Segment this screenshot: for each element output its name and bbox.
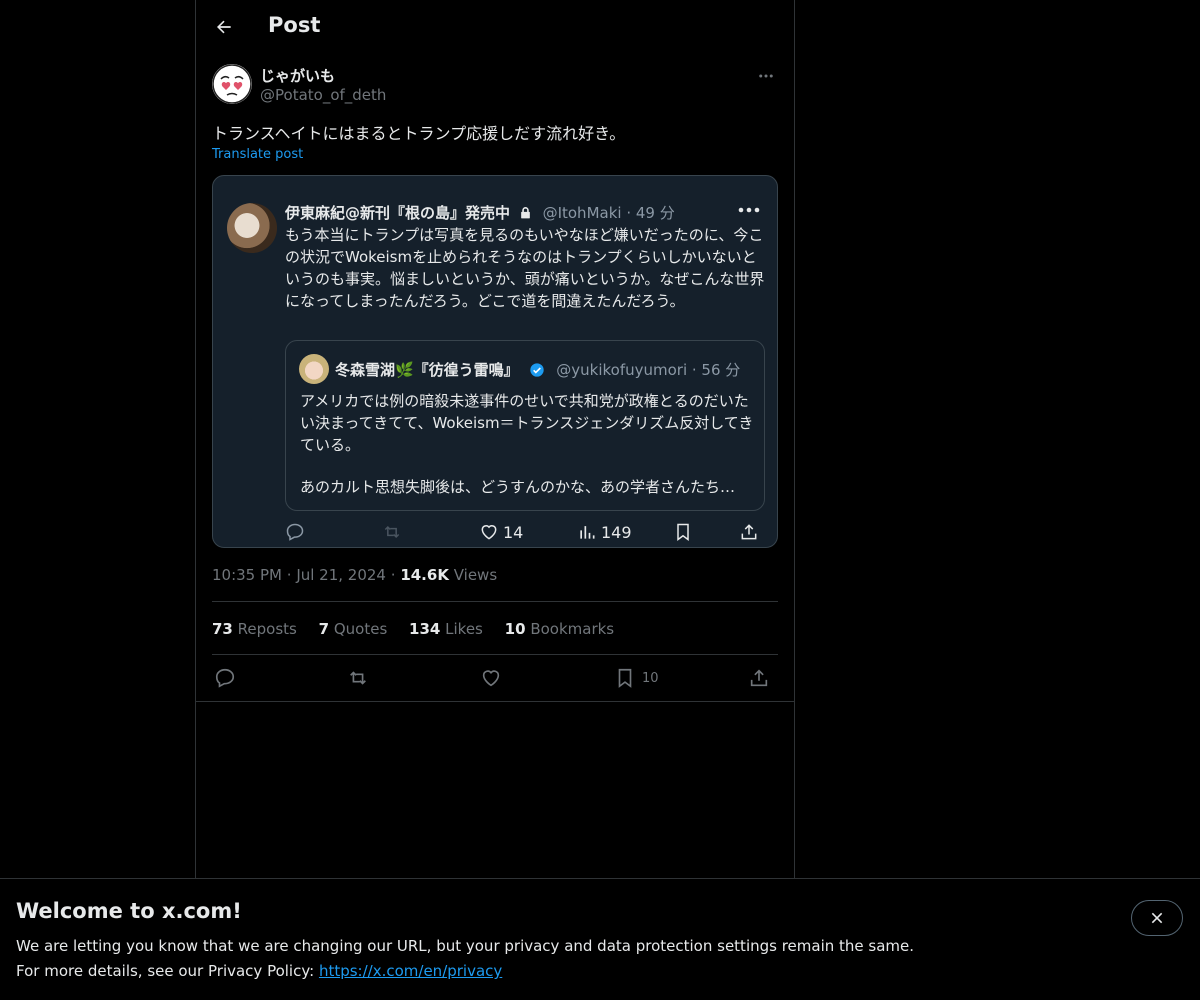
repost-icon bbox=[350, 671, 366, 685]
views-count: 14.6K bbox=[400, 566, 449, 584]
inner-quoted-post: 冬森雪湖🌿『彷徨う雷鳴』 @yukikofuyumori · 56 分 アメリカ… bbox=[285, 340, 765, 511]
banner-policy-line: For more details, see our Privacy Policy… bbox=[16, 962, 502, 980]
bookmark-icon bbox=[618, 668, 632, 688]
divider bbox=[212, 601, 778, 602]
quotes-count: 7 bbox=[318, 620, 330, 638]
post-meta: 10:35 PM · Jul 21, 2024 · 14.6K Views bbox=[212, 566, 497, 584]
translate-post-link[interactable]: Translate post bbox=[212, 147, 303, 162]
inner-quoted-text: アメリカでは例の暗殺未遂事件のせいで共和党が政権とるのだいたい決まってきてて、W… bbox=[300, 392, 754, 454]
like-icon bbox=[481, 525, 497, 540]
bookmark-count: 10 bbox=[642, 670, 659, 686]
quoted-more-icon bbox=[737, 202, 761, 221]
bookmarks-count: 10 bbox=[504, 620, 526, 638]
inner-quoted-header: 冬森雪湖🌿『彷徨う雷鳴』 @yukikofuyumori · 56 分 bbox=[335, 359, 740, 382]
quoted-share-icon bbox=[739, 522, 759, 542]
share-icon bbox=[750, 669, 768, 687]
quoted-like-count: 14 bbox=[503, 522, 524, 542]
quoted-text: もう本当にトランプは写真を見るのもいやなほど嫌いだったのに、今この状況でWoke… bbox=[285, 226, 765, 310]
banner-title: Welcome to x.com! bbox=[16, 899, 242, 923]
page-title: Post bbox=[268, 13, 321, 37]
separator-dot: · bbox=[390, 566, 401, 584]
author-handle[interactable]: @Potato_of_deth bbox=[260, 86, 386, 104]
back-arrow-icon bbox=[217, 20, 231, 34]
bookmarks-stat[interactable]: 10 Bookmarks bbox=[505, 620, 614, 638]
banner-message: We are letting you know that we are chan… bbox=[16, 937, 915, 955]
quoted-handle: @ItohMaki · 49 分 bbox=[542, 204, 675, 222]
main-column: Post じゃがいも @Potato_of_deth トランスヘイトにはまるとト… bbox=[195, 0, 795, 880]
close-banner-button[interactable] bbox=[1131, 900, 1183, 936]
inner-quoted-text-2: あのカルト思想失脚後は、どうすんのかな、あの学者さんたち… bbox=[300, 478, 736, 496]
likes-stat[interactable]: 134 Likes bbox=[409, 620, 483, 638]
likes-count: 134 bbox=[409, 620, 441, 638]
like-button[interactable] bbox=[480, 667, 502, 689]
repost-button[interactable] bbox=[346, 667, 370, 689]
inner-quoted-avatar bbox=[299, 354, 329, 384]
reposts-count: 73 bbox=[212, 620, 233, 638]
avatar[interactable] bbox=[212, 64, 252, 104]
inner-quoted-name: 冬森雪湖🌿『彷徨う雷鳴』 bbox=[335, 361, 519, 379]
quoted-bookmark-icon bbox=[673, 522, 693, 542]
verified-icon bbox=[529, 362, 545, 382]
privacy-policy-link[interactable]: https://x.com/en/privacy bbox=[319, 962, 502, 980]
post-date[interactable]: Jul 21, 2024 bbox=[296, 566, 386, 584]
reply-icon bbox=[215, 668, 235, 688]
lock-icon bbox=[519, 206, 532, 224]
reposts-stat[interactable]: 73 Reposts bbox=[212, 620, 297, 638]
quoted-name: 伊東麻紀@新刊『根の島』発売中 bbox=[285, 204, 511, 222]
post-time[interactable]: 10:35 PM bbox=[212, 566, 282, 584]
quoted-views-count: 149 bbox=[601, 522, 632, 542]
quotes-stat[interactable]: 7 Quotes bbox=[319, 620, 388, 638]
banner-policy-prefix: For more details, see our Privacy Policy… bbox=[16, 962, 319, 980]
reposts-label: Reposts bbox=[237, 620, 297, 638]
quoted-reply-icon bbox=[285, 522, 305, 542]
quotes-label: Quotes bbox=[333, 620, 388, 638]
bookmark-button[interactable]: 10 bbox=[614, 667, 659, 689]
post-actions: 10 bbox=[212, 667, 778, 693]
quoted-avatar bbox=[227, 203, 277, 253]
welcome-banner: Welcome to x.com! We are letting you kno… bbox=[0, 878, 1200, 1000]
divider bbox=[196, 701, 794, 702]
separator-dot: · bbox=[286, 566, 297, 584]
likes-label: Likes bbox=[445, 620, 483, 638]
more-button[interactable] bbox=[754, 64, 778, 88]
post-author: じゃがいも @Potato_of_deth bbox=[212, 64, 778, 108]
views-label: Views bbox=[453, 566, 498, 584]
back-button[interactable] bbox=[208, 11, 240, 43]
quoted-like: 14 bbox=[479, 522, 523, 542]
quoted-actions: 14 149 bbox=[285, 522, 765, 544]
post-stats: 73 Reposts 7 Quotes 134 Likes 10 Bookmar… bbox=[212, 620, 631, 638]
like-icon bbox=[482, 670, 500, 687]
quoted-header: 伊東麻紀@新刊『根の島』発売中 @ItohMaki · 49 分 bbox=[285, 202, 675, 224]
reply-button[interactable] bbox=[214, 667, 236, 689]
divider bbox=[212, 654, 778, 655]
bookmarks-label: Bookmarks bbox=[530, 620, 615, 638]
quoted-views: 149 bbox=[577, 522, 632, 542]
share-button[interactable] bbox=[748, 667, 770, 689]
post-text: トランスヘイトにはまるとトランプ応援しだす流れ好き。 bbox=[212, 124, 626, 143]
views-icon bbox=[580, 526, 595, 539]
close-icon bbox=[1151, 912, 1163, 924]
quoted-repost-icon bbox=[381, 522, 403, 542]
page-header: Post bbox=[196, 0, 794, 54]
more-icon bbox=[759, 74, 773, 78]
inner-quoted-handle: @yukikofuyumori · 56 分 bbox=[556, 361, 741, 379]
author-name[interactable]: じゃがいも bbox=[260, 65, 335, 86]
quoted-post-image[interactable]: 伊東麻紀@新刊『根の島』発売中 @ItohMaki · 49 分 もう本当にトラ… bbox=[212, 175, 778, 548]
